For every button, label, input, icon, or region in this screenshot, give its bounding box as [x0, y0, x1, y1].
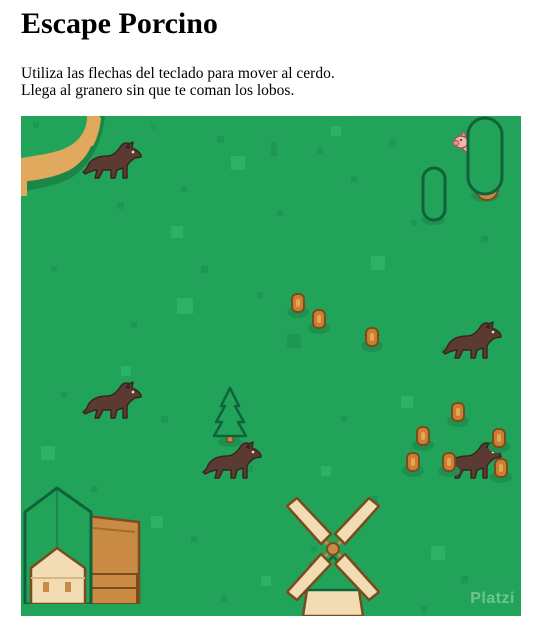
stump-icon [489, 458, 513, 484]
pine-tree-icon [212, 386, 248, 449]
instruction-line-1: Utiliza las flechas del teclado para mov… [21, 65, 335, 82]
barn-icon [21, 486, 141, 616]
stump-icon [411, 426, 435, 452]
stump-icon [360, 327, 384, 353]
instructions: Utiliza las flechas del teclado para mov… [21, 65, 335, 99]
stump-icon [286, 293, 310, 319]
game-canvas[interactable]: Platzi [21, 116, 521, 616]
game-board [21, 116, 513, 616]
stump-icon [487, 428, 511, 454]
wolf-icon [82, 381, 142, 419]
dirt-path [21, 116, 105, 202]
wolf-icon [202, 441, 262, 479]
wolf-icon [442, 321, 502, 359]
platzi-watermark: Platzi [470, 590, 515, 607]
stump-icon [401, 452, 425, 478]
windmill-icon [285, 496, 381, 616]
stump-icon [446, 402, 470, 428]
tree-icon [466, 116, 504, 202]
tree-icon [421, 166, 447, 225]
page-title: Escape Porcino [21, 7, 218, 40]
stump-icon [307, 309, 331, 335]
instruction-line-2: Llega al granero sin que te coman los lo… [21, 82, 295, 99]
